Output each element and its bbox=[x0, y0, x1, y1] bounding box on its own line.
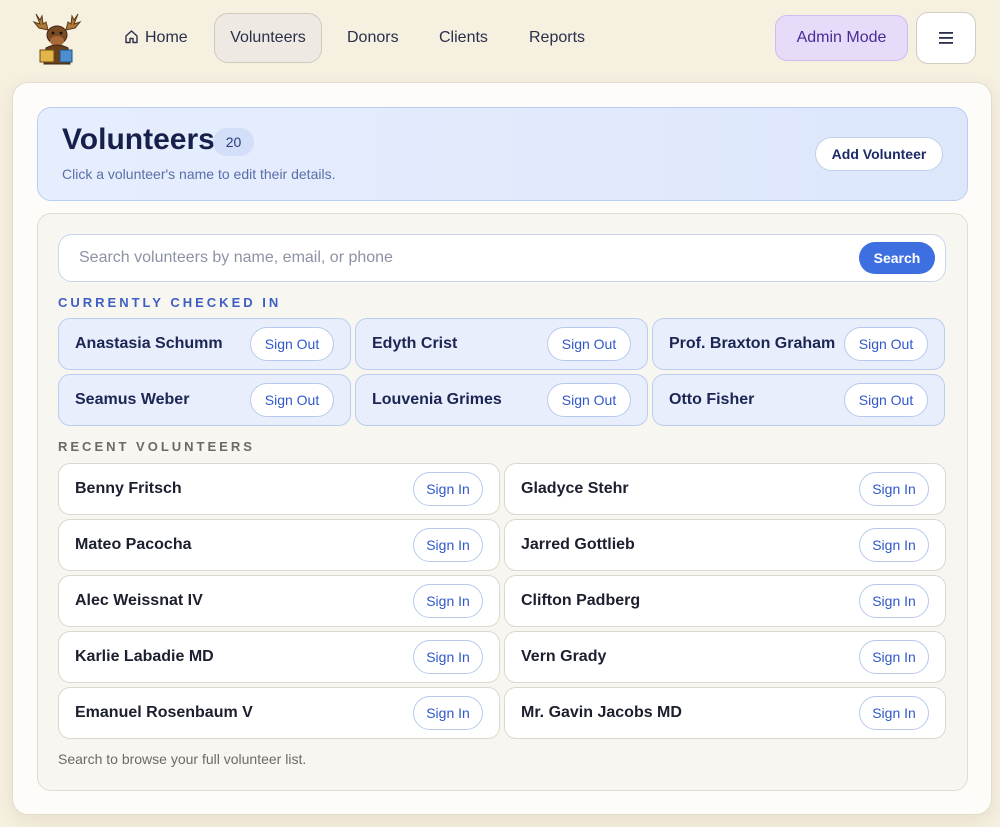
home-icon bbox=[124, 29, 145, 46]
recent-volunteer-card: Clifton Padberg Sign In bbox=[504, 575, 946, 627]
volunteer-name[interactable]: Otto Fisher bbox=[669, 391, 754, 409]
page-title: Volunteers bbox=[62, 123, 215, 156]
sign-out-button[interactable]: Sign Out bbox=[547, 383, 631, 417]
main-card: Volunteers 20 Click a volunteer's name t… bbox=[12, 82, 992, 815]
checked-in-heading: CURRENTLY CHECKED IN bbox=[58, 295, 282, 310]
hamburger-menu-button[interactable] bbox=[916, 12, 976, 64]
nav-home-label: Home bbox=[145, 29, 188, 46]
sign-out-button[interactable]: Sign Out bbox=[250, 327, 334, 361]
sign-in-button[interactable]: Sign In bbox=[859, 584, 929, 618]
volunteer-name[interactable]: Edyth Crist bbox=[372, 335, 457, 353]
volunteer-name[interactable]: Mr. Gavin Jacobs MD bbox=[521, 704, 682, 722]
checked-in-card: Louvenia Grimes Sign Out bbox=[355, 374, 648, 426]
hamburger-menu-icon bbox=[938, 27, 954, 49]
sign-out-button[interactable]: Sign Out bbox=[844, 327, 928, 361]
recent-volunteer-card: Jarred Gottlieb Sign In bbox=[504, 519, 946, 571]
recent-volunteer-card: Mr. Gavin Jacobs MD Sign In bbox=[504, 687, 946, 739]
sign-in-button[interactable]: Sign In bbox=[413, 472, 483, 506]
volunteer-name[interactable]: Mateo Pacocha bbox=[75, 536, 191, 554]
add-volunteer-button[interactable]: Add Volunteer bbox=[815, 137, 943, 171]
volunteer-name[interactable]: Louvenia Grimes bbox=[372, 391, 502, 409]
volunteer-name[interactable]: Seamus Weber bbox=[75, 391, 189, 409]
sign-out-button[interactable]: Sign Out bbox=[844, 383, 928, 417]
top-nav: Home Volunteers Donors Clients Reports A… bbox=[0, 0, 1000, 76]
sign-in-button[interactable]: Sign In bbox=[413, 640, 483, 674]
checked-in-card: Otto Fisher Sign Out bbox=[652, 374, 945, 426]
volunteer-panel: Search CURRENTLY CHECKED IN Anastasia Sc… bbox=[37, 213, 968, 791]
recent-volunteer-card: Alec Weissnat IV Sign In bbox=[58, 575, 500, 627]
sign-out-button[interactable]: Sign Out bbox=[250, 383, 334, 417]
volunteer-name[interactable]: Anastasia Schumm bbox=[75, 335, 223, 353]
volunteer-name[interactable]: Clifton Padberg bbox=[521, 592, 640, 610]
recent-volunteer-card: Emanuel Rosenbaum V Sign In bbox=[58, 687, 500, 739]
search-button[interactable]: Search bbox=[859, 242, 935, 274]
checked-in-card: Edyth Crist Sign Out bbox=[355, 318, 648, 370]
nav-clients[interactable]: Clients bbox=[423, 13, 504, 63]
page-subtitle: Click a volunteer's name to edit their d… bbox=[62, 166, 336, 182]
checked-in-card: Seamus Weber Sign Out bbox=[58, 374, 351, 426]
moose-logo[interactable] bbox=[30, 10, 84, 66]
volunteer-name[interactable]: Vern Grady bbox=[521, 648, 606, 666]
sign-in-button[interactable]: Sign In bbox=[413, 528, 483, 562]
volunteer-name[interactable]: Gladyce Stehr bbox=[521, 480, 629, 498]
recent-volunteer-card: Gladyce Stehr Sign In bbox=[504, 463, 946, 515]
page-header: Volunteers 20 Click a volunteer's name t… bbox=[37, 107, 968, 201]
recent-volunteer-card: Karlie Labadie MD Sign In bbox=[58, 631, 500, 683]
volunteer-name[interactable]: Karlie Labadie MD bbox=[75, 648, 214, 666]
recent-volunteers-heading: RECENT VOLUNTEERS bbox=[58, 439, 255, 454]
nav-home[interactable]: Home bbox=[108, 13, 204, 63]
volunteer-name[interactable]: Emanuel Rosenbaum V bbox=[75, 704, 253, 722]
volunteer-name[interactable]: Alec Weissnat IV bbox=[75, 592, 203, 610]
sign-in-button[interactable]: Sign In bbox=[859, 696, 929, 730]
sign-in-button[interactable]: Sign In bbox=[859, 528, 929, 562]
volunteer-count-badge: 20 bbox=[213, 128, 254, 156]
search-bar: Search bbox=[58, 234, 946, 282]
volunteer-name[interactable]: Jarred Gottlieb bbox=[521, 536, 635, 554]
sign-in-button[interactable]: Sign In bbox=[859, 472, 929, 506]
recent-volunteer-card: Mateo Pacocha Sign In bbox=[58, 519, 500, 571]
nav-volunteers[interactable]: Volunteers bbox=[214, 13, 322, 63]
sign-out-button[interactable]: Sign Out bbox=[547, 327, 631, 361]
checked-in-card: Prof. Braxton Graham Sign Out bbox=[652, 318, 945, 370]
volunteer-name[interactable]: Benny Fritsch bbox=[75, 480, 182, 498]
volunteer-name[interactable]: Prof. Braxton Graham bbox=[669, 335, 835, 353]
nav-reports[interactable]: Reports bbox=[513, 13, 601, 63]
recent-volunteer-card: Vern Grady Sign In bbox=[504, 631, 946, 683]
nav-donors[interactable]: Donors bbox=[331, 13, 415, 63]
search-input[interactable] bbox=[79, 235, 849, 281]
sign-in-button[interactable]: Sign In bbox=[413, 696, 483, 730]
browse-hint: Search to browse your full volunteer lis… bbox=[58, 751, 307, 767]
sign-in-button[interactable]: Sign In bbox=[413, 584, 483, 618]
recent-volunteer-card: Benny Fritsch Sign In bbox=[58, 463, 500, 515]
sign-in-button[interactable]: Sign In bbox=[859, 640, 929, 674]
admin-mode-button[interactable]: Admin Mode bbox=[775, 15, 908, 61]
checked-in-card: Anastasia Schumm Sign Out bbox=[58, 318, 351, 370]
